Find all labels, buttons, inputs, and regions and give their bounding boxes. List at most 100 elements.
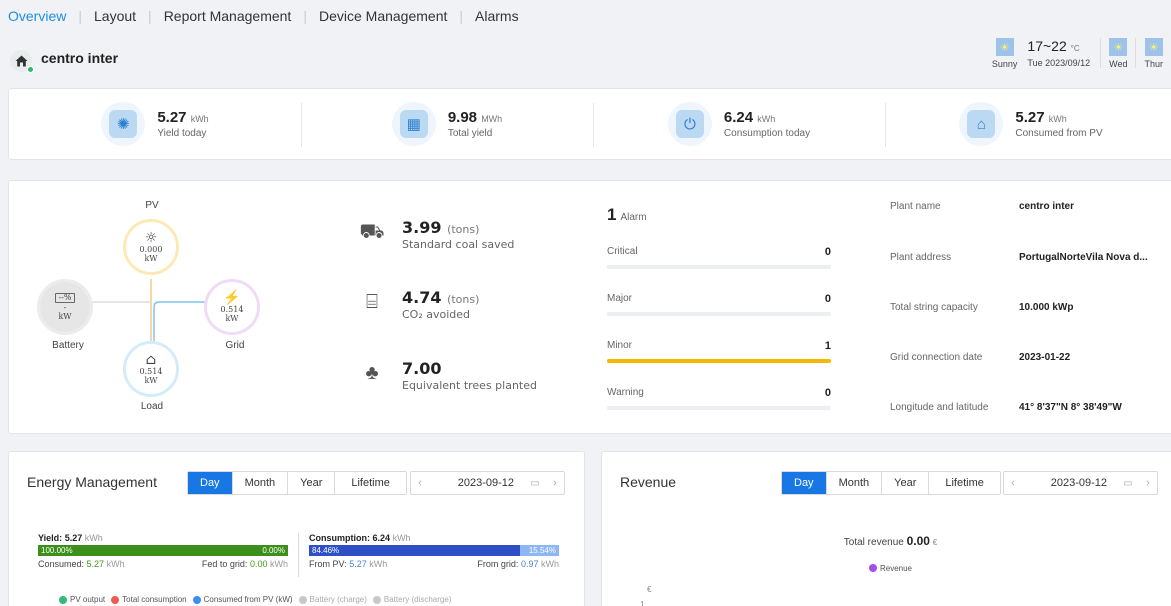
nav-separator: | — [78, 8, 82, 24]
revenue-title: Revenue — [620, 474, 677, 490]
yield-balance: Yield: 5.27 kWh 100.00% 0.00% Consumed: 5… — [38, 533, 288, 569]
energy-date-picker[interactable]: ‹ 2023-09-12 ▭ › — [410, 471, 565, 495]
plug-icon: ⏻ — [667, 102, 712, 146]
legend-total-consumption[interactable]: Total consumption — [111, 595, 187, 604]
tab-day[interactable]: Day — [188, 472, 232, 494]
next-date-icon[interactable]: › — [546, 477, 564, 489]
energy-chart-legend: PV output Total consumption Consumed fro… — [59, 595, 451, 604]
tab-lifetime[interactable]: Lifetime — [334, 472, 406, 494]
prev-date-icon[interactable]: ‹ — [1004, 477, 1022, 489]
alarm-major[interactable]: Major 0 — [607, 293, 831, 316]
revenue-axis-tick: 1 — [640, 600, 645, 606]
tab-lifetime[interactable]: Lifetime — [928, 472, 1000, 494]
calendar-icon[interactable]: ▭ — [524, 478, 546, 489]
plant-house-icon — [10, 50, 34, 73]
kpi-yield-today: ✺ 5.27 kWh Yield today — [9, 89, 301, 159]
nav-report-management[interactable]: Report Management — [164, 8, 292, 24]
consumption-balance: Consumption: 6.24 kWh 84.46% 15.54% From… — [309, 533, 559, 569]
info-coordinates: Longitude and latitude 41° 8'37"N 8° 38'4… — [890, 402, 1122, 413]
house-icon: ⌂ — [145, 352, 157, 369]
pv-house-icon: ⌂ — [959, 102, 1004, 146]
legend-battery-charge[interactable]: Battery (charge) — [298, 595, 367, 604]
nav-layout[interactable]: Layout — [94, 8, 136, 24]
energy-management-card: Energy Management Day Month Year Lifetim… — [8, 451, 585, 606]
energy-title: Energy Management — [27, 474, 157, 490]
trees-planted: ♣ 7.00 Equivalent trees planted — [358, 359, 537, 392]
yield-consumed-bar: 100.00% 0.00% — [38, 545, 288, 556]
calendar-icon[interactable]: ▭ — [1117, 478, 1139, 489]
battery-node[interactable]: --% - kW — [40, 282, 90, 332]
solar-panel-icon: ☼ — [144, 230, 158, 247]
revenue-axis-unit: € — [647, 585, 652, 594]
legend-battery-discharge[interactable]: Battery (discharge) — [372, 595, 451, 604]
tree-icon: ♣ — [365, 362, 379, 384]
kpi-consumption-today: ⏻ 6.24 kWh Consumption today — [593, 89, 885, 159]
sunny-icon: ☀ — [1109, 38, 1128, 56]
weather-date: Tue 2023/09/12 — [1027, 58, 1091, 68]
next-date-icon[interactable]: › — [1139, 477, 1157, 489]
alarm-warning[interactable]: Warning 0 — [607, 387, 831, 410]
consumption-grid-bar: 15.54% — [520, 545, 559, 556]
info-plant-address: Plant address PortugalNorteVila Nova d... — [890, 252, 1148, 263]
sun-panel-icon: ✺ — [101, 102, 146, 146]
total-revenue: Total revenue 0.00 € — [843, 534, 938, 548]
prev-date-icon[interactable]: ‹ — [411, 477, 429, 489]
battery-icon: --% — [55, 293, 75, 304]
kpi-consumed-from-pv: ⌂ 5.27 kWh Consumed from PV — [885, 89, 1171, 159]
factory-icon: ⌸ — [366, 291, 378, 313]
info-grid-connection-date: Grid connection date 2023-01-22 — [890, 352, 1071, 363]
revenue-date-picker[interactable]: ‹ 2023-09-12 ▭ › — [1003, 471, 1158, 495]
plant-header: centro inter ☀ Sunny 17~22 °C Tue 2023/0… — [0, 38, 1171, 80]
nav-alarms[interactable]: Alarms — [475, 8, 519, 24]
grid-label: Grid — [225, 340, 245, 351]
coal-cart-icon: ⛟ — [359, 221, 385, 243]
revenue-period-tabs: Day Month Year Lifetime — [781, 471, 1001, 495]
info-string-capacity: Total string capacity 10.000 kWp — [890, 302, 1074, 313]
energy-period-tabs: Day Month Year Lifetime — [187, 471, 407, 495]
tab-month[interactable]: Month — [825, 472, 882, 494]
nav-separator: | — [459, 8, 464, 24]
grid-node[interactable]: ⚡ 0.514 kW — [207, 282, 257, 332]
top-nav: Overview | Layout | Report Management | … — [0, 0, 1171, 32]
load-node[interactable]: ⌂ 0.514 kW — [126, 344, 176, 394]
sunny-icon: ☀ — [1144, 38, 1163, 56]
consumption-bar: 84.46% 15.54% — [309, 545, 559, 556]
kpi-card: ✺ 5.27 kWh Yield today ▦ 9.98 MWh Total … — [8, 88, 1171, 160]
weather-forecast-wed: ☀ Wed — [1101, 38, 1135, 69]
battery-label: Battery — [52, 340, 84, 351]
nav-overview[interactable]: Overview — [8, 8, 66, 24]
revenue-legend[interactable]: Revenue — [602, 564, 1171, 573]
legend-consumed-from-pv[interactable]: Consumed from PV (kW) — [192, 595, 293, 604]
plant-title: centro inter — [41, 50, 119, 66]
tab-month[interactable]: Month — [231, 472, 288, 494]
revenue-card: Revenue Day Month Year Lifetime ‹ 2023-0… — [601, 451, 1171, 606]
online-status-dot — [27, 66, 34, 73]
yield-bar: 100.00% 0.00% — [38, 545, 288, 556]
tab-year[interactable]: Year — [881, 472, 928, 494]
info-plant-name: Plant name centro inter — [890, 201, 1075, 212]
weather-today: ☀ Sunny 17~22 °C Tue 2023/09/12 — [984, 38, 1100, 69]
kpi-total-yield: ▦ 9.98 MWh Total yield — [301, 89, 593, 159]
alarm-critical[interactable]: Critical 0 — [607, 246, 831, 269]
temperature-range: 17~22 °C — [1027, 38, 1080, 54]
alarm-total[interactable]: 1 Alarm — [607, 205, 647, 225]
divider — [298, 533, 299, 577]
power-tower-icon: ⚡ — [223, 290, 241, 307]
sunny-icon: ☀ — [995, 38, 1014, 56]
weather-forecast-thur: ☀ Thur — [1136, 38, 1171, 69]
nav-separator: | — [148, 8, 152, 24]
co2-avoided: ⌸ 4.74 (tons) CO₂ avoided — [358, 288, 479, 321]
legend-pv-output[interactable]: PV output — [59, 595, 105, 604]
tab-day[interactable]: Day — [782, 472, 826, 494]
tab-year[interactable]: Year — [287, 472, 334, 494]
alarm-minor-fill — [607, 359, 831, 363]
coal-saved: ⛟ 3.99 (tons) Standard coal saved — [359, 218, 515, 251]
pv-label: PV — [145, 200, 159, 211]
alarm-minor[interactable]: Minor 1 — [607, 340, 831, 363]
plant-summary-card: PV ☼ 0.000 kW --% - kW Battery ⚡ 0.514 k… — [8, 180, 1171, 434]
consumption-pv-bar: 84.46% — [309, 545, 521, 556]
nav-separator: | — [303, 8, 307, 24]
pv-node[interactable]: ☼ 0.000 kW — [126, 222, 176, 272]
load-label: Load — [140, 401, 164, 412]
nav-device-management[interactable]: Device Management — [319, 8, 447, 24]
